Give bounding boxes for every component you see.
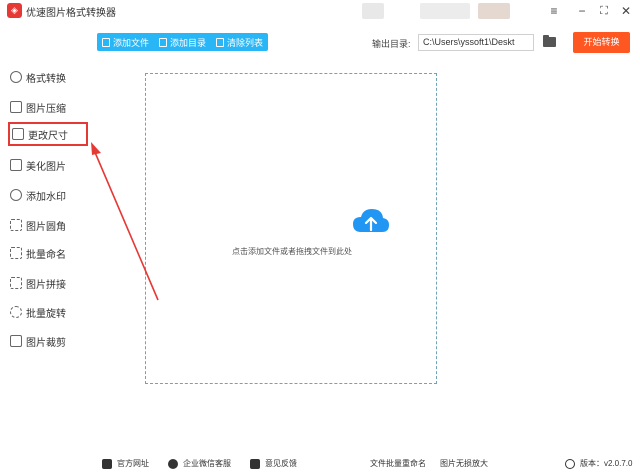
lossless-enlarge-label: 图片无损放大 xyxy=(440,459,488,468)
sidebar-item-label: 图片拼接 xyxy=(26,279,66,291)
cloud-upload-icon xyxy=(353,209,389,232)
output-dir-label: 输出目录: xyxy=(372,39,411,49)
wechat-icon xyxy=(168,458,178,469)
app-title: 优速图片格式转换器 xyxy=(26,8,116,19)
file-actions: 添加文件 添加目录 清除列表 xyxy=(97,33,269,51)
beautify-icon xyxy=(10,159,22,171)
info-icon xyxy=(565,458,575,469)
output-path-field[interactable]: C:\Users\yssoft1\Deskt xyxy=(418,34,534,51)
file-drop-zone[interactable]: 点击添加文件或者拖拽文件到此处 xyxy=(145,73,437,384)
clear-list-label: 清除列表 xyxy=(227,37,264,48)
sidebar-item-label: 格式转换 xyxy=(26,73,66,85)
drop-hint: 点击添加文件或者拖拽文件到此处 xyxy=(232,247,352,256)
folder-icon[interactable] xyxy=(543,35,556,47)
feedback-link[interactable]: 意见反馈 xyxy=(250,458,297,469)
footer: 官方网址 企业微信客服 意见反馈 文件批量重命名 图片无损放大 版本：v2.0.… xyxy=(0,452,640,476)
sidebar-item-label: 批量旋转 xyxy=(26,308,66,320)
clear-list-button[interactable]: 清除列表 xyxy=(216,36,263,49)
start-convert-button[interactable]: 开始转换 xyxy=(573,32,630,53)
version-info: 版本：v2.0.7.0 xyxy=(565,458,632,469)
menu-icon[interactable]: ≡ xyxy=(546,3,562,19)
add-folder-button[interactable]: 添加目录 xyxy=(159,36,206,49)
sidebar-item-label: 更改尺寸 xyxy=(28,130,68,142)
batch-rename-icon xyxy=(10,247,22,259)
add-file-button[interactable]: 添加文件 xyxy=(102,36,149,49)
sidebar-item-resize[interactable]: 更改尺寸 xyxy=(8,122,88,146)
format-convert-icon xyxy=(10,71,22,83)
website-label: 官方网址 xyxy=(117,459,149,468)
sidebar-item-label: 图片圆角 xyxy=(26,221,66,233)
sidebar-item-batch-rename[interactable]: 批量命名 xyxy=(10,242,92,264)
folder-outline-icon xyxy=(159,37,168,47)
crop-icon xyxy=(10,335,22,347)
wechat-support-label: 企业微信客服 xyxy=(183,459,231,468)
version-label: 版本：v2.0.7.0 xyxy=(580,459,633,468)
add-folder-label: 添加目录 xyxy=(170,37,207,48)
sidebar-item-beautify[interactable]: 美化图片 xyxy=(10,154,92,176)
minimize-icon[interactable]: − xyxy=(574,3,590,19)
redacted-area xyxy=(362,3,384,19)
lossless-enlarge-link[interactable]: 图片无损放大 xyxy=(440,458,488,469)
rounded-corner-icon xyxy=(10,219,22,231)
sidebar-item-format-convert[interactable]: 格式转换 xyxy=(10,66,92,88)
compress-icon xyxy=(10,101,22,113)
sidebar-item-label: 图片裁剪 xyxy=(26,337,66,349)
feedback-label: 意见反馈 xyxy=(265,459,297,468)
trash-icon xyxy=(216,37,225,47)
stitch-icon xyxy=(10,277,22,289)
sidebar-item-watermark[interactable]: 添加水印 xyxy=(10,184,92,206)
resize-icon xyxy=(12,128,24,140)
batch-rename-label: 文件批量重命名 xyxy=(370,459,426,468)
title-bar: ◈ 优速图片格式转换器 ≡ − ⛶ ✕ xyxy=(0,0,640,22)
file-icon xyxy=(102,37,110,47)
batch-rename-link[interactable]: 文件批量重命名 xyxy=(370,458,426,469)
redacted-area xyxy=(478,3,510,19)
sidebar-item-label: 图片压缩 xyxy=(26,103,66,115)
sidebar-item-compress[interactable]: 图片压缩 xyxy=(10,96,92,118)
sidebar-item-rotate[interactable]: 批量旋转 xyxy=(10,301,92,323)
sidebar: 格式转换 图片压缩 更改尺寸 美化图片 添加水印 图片圆角 批量命名 图片拼接 … xyxy=(0,60,100,360)
rotate-icon xyxy=(10,306,22,318)
website-link[interactable]: 官方网址 xyxy=(102,458,149,469)
watermark-icon xyxy=(10,189,22,201)
maximize-icon[interactable]: ⛶ xyxy=(596,3,612,19)
sidebar-item-label: 批量命名 xyxy=(26,249,66,261)
sidebar-item-label: 美化图片 xyxy=(26,161,66,173)
feedback-icon xyxy=(250,458,260,469)
sidebar-item-crop[interactable]: 图片裁剪 xyxy=(10,330,92,352)
wechat-support-link[interactable]: 企业微信客服 xyxy=(168,458,231,469)
close-icon[interactable]: ✕ xyxy=(618,3,634,19)
sidebar-item-stitch[interactable]: 图片拼接 xyxy=(10,272,92,294)
toolbar: 添加文件 添加目录 清除列表 输出目录: C:\Users\yssoft1\De… xyxy=(0,30,640,54)
app-logo-icon: ◈ xyxy=(7,3,22,18)
sidebar-item-rounded-corner[interactable]: 图片圆角 xyxy=(10,214,92,236)
sidebar-item-label: 添加水印 xyxy=(26,191,66,203)
monitor-icon xyxy=(102,458,112,469)
add-file-label: 添加文件 xyxy=(113,37,150,48)
redacted-area xyxy=(420,3,470,19)
